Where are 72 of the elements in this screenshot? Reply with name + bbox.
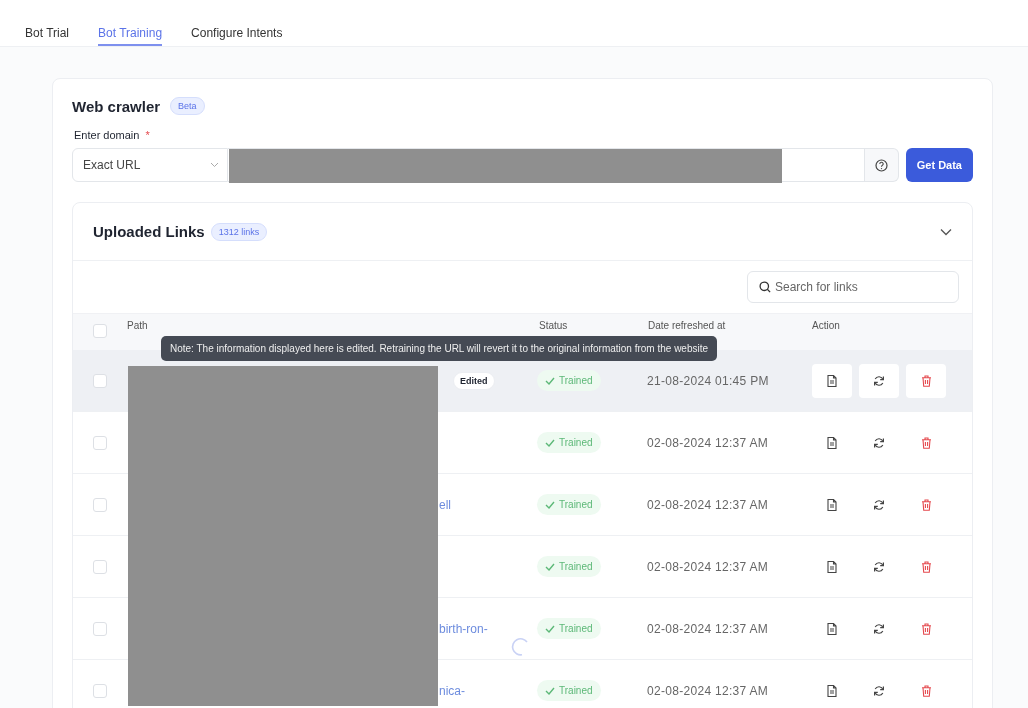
path-link[interactable]: birth-ron- <box>439 621 488 636</box>
help-icon <box>874 158 888 172</box>
beta-badge: Beta <box>170 97 205 115</box>
document-icon <box>827 622 837 635</box>
trash-icon <box>920 622 932 635</box>
section-title: Web crawler <box>72 97 161 115</box>
view-button[interactable] <box>812 363 852 398</box>
check-icon <box>545 562 555 571</box>
row-checkbox[interactable] <box>93 373 107 388</box>
check-icon <box>545 376 555 385</box>
date-cell-text: 21-08-2024 01:45 PM <box>647 373 770 388</box>
status-badge: Trained <box>537 680 601 701</box>
edited-badge: Edited <box>453 371 495 390</box>
delete-button[interactable] <box>906 363 946 398</box>
path-link[interactable]: nica- <box>439 683 465 698</box>
retrain-button[interactable] <box>859 363 899 398</box>
refresh-icon <box>873 374 885 387</box>
tab[interactable]: Bot Trial <box>25 0 69 46</box>
document-icon <box>827 684 837 697</box>
tooltip: Note: The information displayed here is edited. Retraining the URL will revert it to the original information from the website <box>161 336 718 361</box>
row-checkbox[interactable] <box>93 621 107 636</box>
chevron-down-icon <box>210 162 219 168</box>
status-badge: Trained <box>537 556 601 577</box>
status-badge: Trained <box>537 494 601 515</box>
row-checkbox[interactable] <box>93 683 107 698</box>
trash-icon <box>920 560 932 573</box>
check-icon <box>545 500 555 509</box>
trash-icon <box>920 684 932 697</box>
status-badge: Trained <box>537 370 601 391</box>
date-cell-text: 02-08-2024 12:37 AM <box>647 435 770 450</box>
document-icon <box>827 560 837 573</box>
search-icon <box>759 281 771 293</box>
date-cell-text: 02-08-2024 12:37 AM <box>647 621 770 636</box>
document-icon <box>827 374 837 387</box>
date-cell-text: 02-08-2024 12:37 AM <box>647 559 770 574</box>
row-checkbox[interactable] <box>93 497 107 512</box>
check-icon <box>545 624 555 633</box>
chevron-down-icon[interactable] <box>940 227 952 236</box>
check-icon <box>545 686 555 695</box>
select-all-checkbox[interactable] <box>93 324 107 338</box>
status-badge: Trained <box>537 618 601 639</box>
refresh-icon <box>873 560 885 573</box>
document-icon <box>827 436 837 449</box>
refresh-icon <box>873 436 885 449</box>
tab[interactable]: Bot Training <box>98 0 163 46</box>
tab[interactable]: Configure Intents <box>191 0 283 46</box>
refresh-icon <box>873 622 885 635</box>
field-label: Enter domain <box>74 129 140 141</box>
check-icon <box>545 438 555 447</box>
get-data-button[interactable]: Get Data <box>905 148 973 182</box>
mode-dropdown[interactable]: Exact URL <box>72 148 228 182</box>
column-header: Path <box>127 320 149 331</box>
date-cell-text: 02-08-2024 12:37 AM <box>647 683 770 698</box>
url-field[interactable] <box>228 148 865 182</box>
required-mark: * <box>145 129 150 141</box>
refresh-icon <box>873 498 885 511</box>
search-field[interactable]: Search for links <box>747 271 959 303</box>
trash-icon <box>920 498 932 511</box>
panel-title: Uploaded Links <box>93 223 205 240</box>
refresh-icon <box>873 684 885 697</box>
document-icon <box>827 498 837 511</box>
trash-icon <box>920 436 932 449</box>
date-cell-text: 02-08-2024 12:37 AM <box>647 497 770 512</box>
link-count-badge: 1312 links <box>210 222 268 241</box>
help-button[interactable] <box>864 148 899 182</box>
path-link[interactable]: ell <box>439 497 451 512</box>
row-checkbox[interactable] <box>93 559 107 574</box>
trash-icon <box>920 374 932 387</box>
status-badge: Trained <box>537 432 601 453</box>
column-header: Status <box>539 320 569 331</box>
row-checkbox[interactable] <box>93 435 107 450</box>
column-header: Action <box>812 320 841 331</box>
